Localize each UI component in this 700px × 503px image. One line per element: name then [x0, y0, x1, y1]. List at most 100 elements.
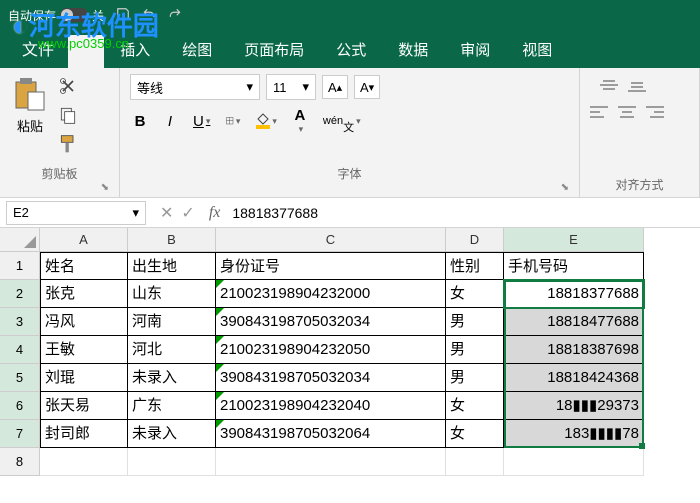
cell[interactable]: 刘琨: [40, 364, 128, 392]
cancel-icon[interactable]: ✕: [160, 203, 173, 223]
cell[interactable]: 男: [446, 336, 504, 364]
align-right-button[interactable]: [646, 105, 664, 124]
formula-input[interactable]: [226, 201, 700, 225]
phonetic-button[interactable]: wén文: [320, 110, 364, 132]
confirm-icon[interactable]: ✓: [181, 203, 194, 223]
border-button[interactable]: [223, 110, 243, 132]
dialog-launcher-icon[interactable]: ⬊: [10, 182, 109, 193]
align-bottom-button[interactable]: [628, 78, 646, 97]
row-header[interactable]: 8: [0, 448, 40, 476]
fx-icon[interactable]: fx: [203, 204, 227, 222]
cell[interactable]: 广东: [128, 392, 216, 420]
tab-view[interactable]: 视图: [506, 31, 568, 68]
cell[interactable]: 18818424368: [504, 364, 644, 392]
redo-icon[interactable]: [168, 7, 182, 24]
cell[interactable]: 河北: [128, 336, 216, 364]
cell-active[interactable]: 18818377688: [504, 280, 644, 308]
chevron-down-icon: ▾: [132, 205, 139, 221]
cell[interactable]: [128, 448, 216, 476]
increase-font-button[interactable]: A▴: [322, 75, 348, 99]
cell[interactable]: 390843198705032034: [216, 308, 446, 336]
row-header[interactable]: 1: [0, 252, 40, 280]
cell[interactable]: 张克: [40, 280, 128, 308]
tab-draw[interactable]: 绘图: [166, 31, 228, 68]
fill-color-button[interactable]: [253, 110, 280, 132]
cell[interactable]: 张天易: [40, 392, 128, 420]
font-size-select[interactable]: 11▾: [266, 74, 316, 100]
row-header[interactable]: 6: [0, 392, 40, 420]
cell[interactable]: 女: [446, 392, 504, 420]
undo-icon[interactable]: [142, 7, 156, 24]
align-center-button[interactable]: [618, 105, 636, 124]
autosave-toggle[interactable]: 自动保存 关: [8, 7, 104, 24]
cell[interactable]: 18▮▮▮29373: [504, 392, 644, 420]
save-icon[interactable]: [116, 7, 130, 24]
paste-icon: [10, 74, 50, 114]
select-all-corner[interactable]: [0, 228, 40, 252]
cell[interactable]: 王敏: [40, 336, 128, 364]
cell[interactable]: 姓名: [40, 252, 128, 280]
formula-bar: E2▾ ✕ ✓ fx: [0, 198, 700, 228]
col-header[interactable]: E: [504, 228, 644, 252]
row-header[interactable]: 5: [0, 364, 40, 392]
format-painter-icon[interactable]: [58, 134, 78, 159]
copy-icon[interactable]: [58, 105, 78, 130]
font-color-button[interactable]: A: [290, 110, 310, 132]
ribbon: 粘贴 剪贴板⬊ 等线▾ 11▾ A▴ A▾ B I U: [0, 68, 700, 198]
cell[interactable]: 封司郎: [40, 420, 128, 448]
row-header[interactable]: 4: [0, 336, 40, 364]
row-header[interactable]: 3: [0, 308, 40, 336]
tab-review[interactable]: 审阅: [444, 31, 506, 68]
cell[interactable]: 出生地: [128, 252, 216, 280]
tab-insert[interactable]: 插入: [104, 31, 166, 68]
cell[interactable]: 18818387698: [504, 336, 644, 364]
cell[interactable]: 18818477688: [504, 308, 644, 336]
cut-icon[interactable]: [58, 76, 78, 101]
col-header[interactable]: D: [446, 228, 504, 252]
cell[interactable]: 210023198904232000: [216, 280, 446, 308]
align-middle-button[interactable]: [600, 78, 618, 97]
cell[interactable]: [446, 448, 504, 476]
underline-button[interactable]: U: [190, 110, 213, 132]
tab-home[interactable]: [68, 35, 104, 68]
cell[interactable]: 男: [446, 364, 504, 392]
cell[interactable]: 183▮▮▮▮78: [504, 420, 644, 448]
col-header[interactable]: A: [40, 228, 128, 252]
cell[interactable]: [504, 448, 644, 476]
cell[interactable]: 210023198904232040: [216, 392, 446, 420]
row-header[interactable]: 7: [0, 420, 40, 448]
cell[interactable]: 手机号码: [504, 252, 644, 280]
name-box[interactable]: E2▾: [6, 201, 146, 225]
cell[interactable]: 390843198705032034: [216, 364, 446, 392]
row-header[interactable]: 2: [0, 280, 40, 308]
cell[interactable]: 身份证号: [216, 252, 446, 280]
cell[interactable]: 390843198705032064: [216, 420, 446, 448]
switch-icon: [60, 8, 88, 22]
tab-formulas[interactable]: 公式: [320, 31, 382, 68]
cell[interactable]: 女: [446, 280, 504, 308]
cell[interactable]: 男: [446, 308, 504, 336]
bold-button[interactable]: B: [130, 110, 150, 132]
cell[interactable]: 性别: [446, 252, 504, 280]
cell[interactable]: 未录入: [128, 364, 216, 392]
align-left-button[interactable]: [590, 105, 608, 124]
cell[interactable]: 210023198904232050: [216, 336, 446, 364]
col-header[interactable]: B: [128, 228, 216, 252]
paste-button[interactable]: 粘贴: [10, 74, 50, 159]
cell[interactable]: 女: [446, 420, 504, 448]
tab-data[interactable]: 数据: [382, 31, 444, 68]
cell[interactable]: 未录入: [128, 420, 216, 448]
cell[interactable]: 河南: [128, 308, 216, 336]
dialog-launcher-icon[interactable]: ⬊: [130, 182, 569, 193]
tab-file[interactable]: 文件: [8, 28, 68, 68]
cell[interactable]: 山东: [128, 280, 216, 308]
cell[interactable]: [40, 448, 128, 476]
italic-button[interactable]: I: [160, 110, 180, 132]
cell[interactable]: 冯风: [40, 308, 128, 336]
spreadsheet-grid[interactable]: A B C D E 1 姓名 出生地 身份证号 性别 手机号码 2 张克 山东 …: [0, 228, 700, 476]
decrease-font-button[interactable]: A▾: [354, 75, 380, 99]
tab-layout[interactable]: 页面布局: [228, 31, 320, 68]
cell[interactable]: [216, 448, 446, 476]
col-header[interactable]: C: [216, 228, 446, 252]
font-name-select[interactable]: 等线▾: [130, 74, 260, 100]
